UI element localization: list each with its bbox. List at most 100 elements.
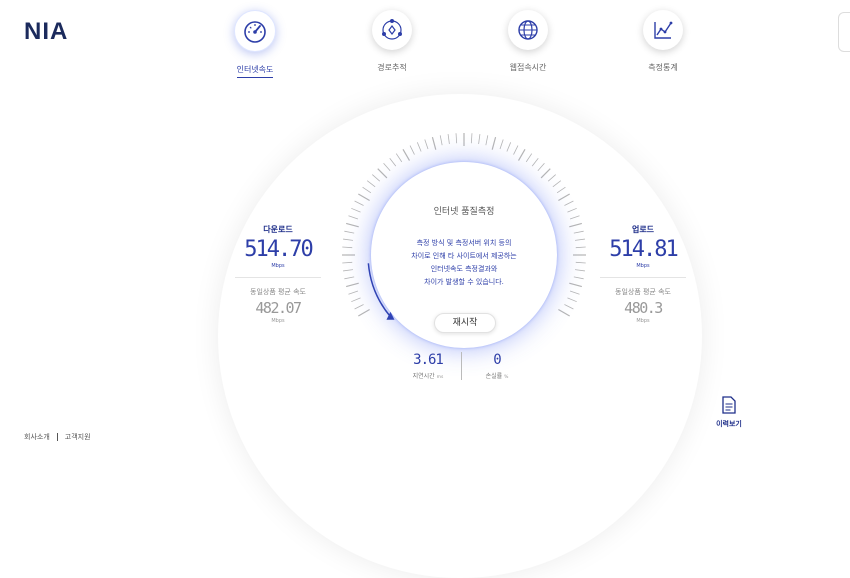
gauge-tick	[447, 133, 450, 145]
gauge-tick	[470, 133, 473, 144]
upload-unit: Mbps	[636, 263, 650, 269]
download-value: 514.70	[244, 237, 313, 262]
latency-label-text: 지연시간	[412, 373, 435, 380]
gauge-tick	[348, 290, 359, 295]
latency-unit: ms	[436, 375, 444, 380]
loss-unit: %	[504, 375, 509, 380]
gauge-tick	[564, 200, 574, 206]
history-button[interactable]: 이력보기	[712, 396, 746, 429]
gauge-tick	[558, 308, 570, 317]
gauge-tick	[525, 153, 533, 163]
gauge-tick	[567, 297, 577, 303]
gauge-tick	[409, 145, 415, 155]
footer: 회사소개 고객지원	[24, 432, 91, 442]
gauge-tick	[344, 230, 355, 234]
gauge-tick	[499, 139, 504, 150]
gauge-tick	[573, 276, 584, 280]
gauge-tick	[439, 135, 443, 146]
gauge-notice-line: 측정 방식 및 측정서버 위치 등의	[416, 239, 512, 247]
gauge-tick	[354, 200, 364, 206]
gauge-tick	[564, 304, 574, 310]
footer-support-link[interactable]: 고객지원	[65, 432, 91, 442]
download-avg-label: 동일상품 평균 속도	[250, 288, 306, 296]
upload-label: 업로드	[631, 225, 655, 234]
gauge-tick	[517, 149, 526, 161]
upload-avg-label: 동일상품 평균 속도	[615, 288, 671, 296]
latency-value: 3.61	[413, 352, 444, 368]
gauge-tick	[569, 222, 582, 228]
gauge-tick	[389, 157, 397, 167]
gauge-tick	[556, 186, 566, 194]
gauge-tick	[416, 142, 422, 152]
gauge-tick	[344, 276, 355, 280]
gauge-tick	[569, 290, 580, 295]
gauge-tick	[358, 193, 370, 202]
gauge-tick	[351, 207, 361, 213]
latency-metric: 3.61 지연시간 ms	[398, 352, 458, 380]
divider	[235, 277, 321, 278]
gauge-tick	[402, 149, 411, 161]
gauge-tick	[569, 282, 582, 288]
gauge-tick	[358, 308, 370, 317]
upload-value: 514.81	[609, 237, 678, 262]
gauge-tick	[575, 261, 586, 264]
download-label: 다운로드	[263, 225, 293, 234]
gauge-tick	[531, 157, 539, 167]
gauge-tick	[540, 168, 551, 179]
gauge-tick	[346, 222, 359, 228]
gauge-tick	[351, 297, 361, 303]
loss-value: 0	[493, 352, 501, 368]
gauge-tick	[567, 207, 577, 213]
gauge-notice-line: 차이로 인해 타 사이트에서 제공하는	[411, 252, 517, 260]
gauge-tick	[377, 168, 388, 179]
history-label: 이력보기	[716, 420, 742, 428]
gauge-tick	[575, 246, 586, 249]
gauge-tick	[569, 215, 580, 220]
gauge-tick	[342, 269, 354, 272]
gauge-tick	[574, 238, 586, 241]
gauge-tick	[342, 246, 353, 249]
metric-divider	[461, 352, 462, 380]
gauge-notice-line: 차이가 발생할 수 있습니다.	[424, 278, 504, 286]
loss-label: 손실률 %	[467, 371, 527, 380]
restart-button[interactable]: 재시작	[434, 313, 496, 333]
gauge-notice-line: 인터넷속도 측정결과와	[430, 265, 498, 273]
gauge-tick	[478, 133, 481, 145]
download-panel: 다운로드 514.70 Mbps 동일상품 평균 속도 482.07 Mbps	[233, 224, 323, 324]
gauge-tick	[573, 230, 584, 234]
download-avg-value: 482.07	[255, 299, 302, 317]
gauge-tick	[383, 163, 391, 172]
gauge-tick	[342, 261, 353, 264]
gauge-tick	[362, 186, 372, 194]
gauge-tick	[342, 238, 354, 241]
gauge-tick	[346, 282, 359, 288]
footer-about-link[interactable]: 회사소개	[24, 432, 50, 442]
upload-avg-value: 480.3	[624, 299, 663, 317]
download-avg-unit: Mbps	[271, 318, 285, 324]
gauge-center: 인터넷 품질측정 측정 방식 및 측정서버 위치 등의 차이로 인해 타 사이트…	[371, 162, 557, 348]
gauge-tick	[558, 193, 570, 202]
document-icon	[722, 396, 736, 414]
gauge-tick	[574, 269, 586, 272]
gauge-tick	[537, 163, 545, 172]
divider	[600, 277, 686, 278]
upload-panel: 업로드 514.81 Mbps 동일상품 평균 속도 480.3 Mbps	[598, 224, 688, 324]
gauge-tick	[348, 215, 359, 220]
gauge-tick	[366, 180, 376, 188]
gauge-tick	[455, 133, 458, 144]
upload-avg-unit: Mbps	[636, 318, 650, 324]
latency-label: 지연시간 ms	[398, 371, 458, 380]
gauge-tick	[547, 174, 556, 182]
gauge-notice: 측정 방식 및 측정서버 위치 등의 차이로 인해 타 사이트에서 제공하는 인…	[389, 237, 539, 289]
gauge-tick	[431, 137, 437, 150]
loss-label-text: 손실률	[485, 373, 503, 380]
download-unit: Mbps	[271, 263, 285, 269]
gauge-tick	[424, 139, 429, 150]
gauge-tick	[485, 135, 489, 146]
gauge-tick	[354, 304, 364, 310]
gauge-tick	[491, 137, 497, 150]
gauge-tick	[395, 153, 403, 163]
loss-metric: 0 손실률 %	[467, 352, 527, 380]
gauge-tick	[506, 142, 512, 152]
gauge-title: 인터넷 품질측정	[433, 207, 495, 217]
